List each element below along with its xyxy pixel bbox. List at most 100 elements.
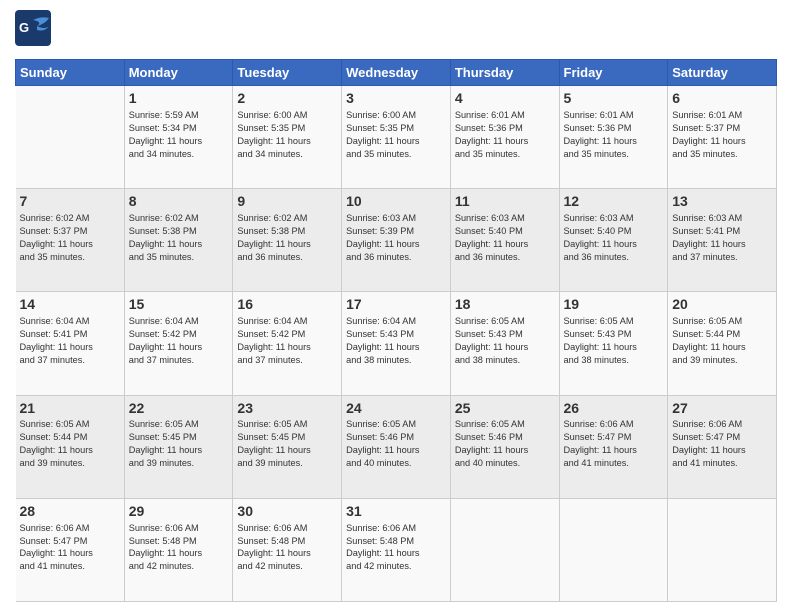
logo: G <box>15 10 53 51</box>
day-cell: 30Sunrise: 6:06 AMSunset: 5:48 PMDayligh… <box>233 498 342 601</box>
day-cell: 4Sunrise: 6:01 AMSunset: 5:36 PMDaylight… <box>450 86 559 189</box>
day-number: 5 <box>564 89 664 108</box>
day-cell: 16Sunrise: 6:04 AMSunset: 5:42 PMDayligh… <box>233 292 342 395</box>
day-cell: 23Sunrise: 6:05 AMSunset: 5:45 PMDayligh… <box>233 395 342 498</box>
day-info: Sunrise: 6:04 AMSunset: 5:42 PMDaylight:… <box>237 315 337 367</box>
day-info: Sunrise: 6:05 AMSunset: 5:46 PMDaylight:… <box>346 418 446 470</box>
day-cell: 31Sunrise: 6:06 AMSunset: 5:48 PMDayligh… <box>342 498 451 601</box>
day-info: Sunrise: 6:04 AMSunset: 5:42 PMDaylight:… <box>129 315 229 367</box>
weekday-monday: Monday <box>124 60 233 86</box>
day-info: Sunrise: 6:03 AMSunset: 5:40 PMDaylight:… <box>564 212 664 264</box>
day-cell <box>668 498 777 601</box>
day-cell: 1Sunrise: 5:59 AMSunset: 5:34 PMDaylight… <box>124 86 233 189</box>
day-info: Sunrise: 6:01 AMSunset: 5:36 PMDaylight:… <box>564 109 664 161</box>
day-number: 24 <box>346 399 446 418</box>
day-number: 16 <box>237 295 337 314</box>
week-row-3: 14Sunrise: 6:04 AMSunset: 5:41 PMDayligh… <box>16 292 777 395</box>
day-cell: 5Sunrise: 6:01 AMSunset: 5:36 PMDaylight… <box>559 86 668 189</box>
day-info: Sunrise: 6:02 AMSunset: 5:37 PMDaylight:… <box>20 212 120 264</box>
day-cell <box>16 86 125 189</box>
day-number: 14 <box>20 295 120 314</box>
day-cell <box>450 498 559 601</box>
day-number: 30 <box>237 502 337 521</box>
day-cell: 11Sunrise: 6:03 AMSunset: 5:40 PMDayligh… <box>450 189 559 292</box>
day-cell: 7Sunrise: 6:02 AMSunset: 5:37 PMDaylight… <box>16 189 125 292</box>
day-number: 6 <box>672 89 772 108</box>
day-cell: 13Sunrise: 6:03 AMSunset: 5:41 PMDayligh… <box>668 189 777 292</box>
day-info: Sunrise: 6:05 AMSunset: 5:46 PMDaylight:… <box>455 418 555 470</box>
day-info: Sunrise: 6:06 AMSunset: 5:48 PMDaylight:… <box>129 522 229 574</box>
day-info: Sunrise: 6:00 AMSunset: 5:35 PMDaylight:… <box>237 109 337 161</box>
day-info: Sunrise: 5:59 AMSunset: 5:34 PMDaylight:… <box>129 109 229 161</box>
day-number: 25 <box>455 399 555 418</box>
day-number: 4 <box>455 89 555 108</box>
day-number: 10 <box>346 192 446 211</box>
weekday-friday: Friday <box>559 60 668 86</box>
day-info: Sunrise: 6:06 AMSunset: 5:48 PMDaylight:… <box>237 522 337 574</box>
day-number: 29 <box>129 502 229 521</box>
day-cell: 12Sunrise: 6:03 AMSunset: 5:40 PMDayligh… <box>559 189 668 292</box>
weekday-saturday: Saturday <box>668 60 777 86</box>
day-info: Sunrise: 6:05 AMSunset: 5:43 PMDaylight:… <box>564 315 664 367</box>
day-info: Sunrise: 6:06 AMSunset: 5:47 PMDaylight:… <box>672 418 772 470</box>
week-row-1: 1Sunrise: 5:59 AMSunset: 5:34 PMDaylight… <box>16 86 777 189</box>
day-number: 2 <box>237 89 337 108</box>
day-cell: 2Sunrise: 6:00 AMSunset: 5:35 PMDaylight… <box>233 86 342 189</box>
day-cell: 26Sunrise: 6:06 AMSunset: 5:47 PMDayligh… <box>559 395 668 498</box>
day-cell: 15Sunrise: 6:04 AMSunset: 5:42 PMDayligh… <box>124 292 233 395</box>
day-cell: 25Sunrise: 6:05 AMSunset: 5:46 PMDayligh… <box>450 395 559 498</box>
day-number: 21 <box>20 399 120 418</box>
day-info: Sunrise: 6:04 AMSunset: 5:41 PMDaylight:… <box>20 315 120 367</box>
day-cell: 8Sunrise: 6:02 AMSunset: 5:38 PMDaylight… <box>124 189 233 292</box>
day-cell: 9Sunrise: 6:02 AMSunset: 5:38 PMDaylight… <box>233 189 342 292</box>
day-number: 13 <box>672 192 772 211</box>
day-cell: 17Sunrise: 6:04 AMSunset: 5:43 PMDayligh… <box>342 292 451 395</box>
day-number: 27 <box>672 399 772 418</box>
day-info: Sunrise: 6:02 AMSunset: 5:38 PMDaylight:… <box>237 212 337 264</box>
header: G <box>15 10 777 51</box>
day-info: Sunrise: 6:02 AMSunset: 5:38 PMDaylight:… <box>129 212 229 264</box>
day-cell: 6Sunrise: 6:01 AMSunset: 5:37 PMDaylight… <box>668 86 777 189</box>
weekday-wednesday: Wednesday <box>342 60 451 86</box>
day-info: Sunrise: 6:00 AMSunset: 5:35 PMDaylight:… <box>346 109 446 161</box>
day-cell: 21Sunrise: 6:05 AMSunset: 5:44 PMDayligh… <box>16 395 125 498</box>
day-cell: 3Sunrise: 6:00 AMSunset: 5:35 PMDaylight… <box>342 86 451 189</box>
day-number: 3 <box>346 89 446 108</box>
day-info: Sunrise: 6:05 AMSunset: 5:44 PMDaylight:… <box>672 315 772 367</box>
weekday-sunday: Sunday <box>16 60 125 86</box>
day-number: 15 <box>129 295 229 314</box>
day-cell: 24Sunrise: 6:05 AMSunset: 5:46 PMDayligh… <box>342 395 451 498</box>
day-cell: 22Sunrise: 6:05 AMSunset: 5:45 PMDayligh… <box>124 395 233 498</box>
day-info: Sunrise: 6:01 AMSunset: 5:37 PMDaylight:… <box>672 109 772 161</box>
day-number: 26 <box>564 399 664 418</box>
week-row-4: 21Sunrise: 6:05 AMSunset: 5:44 PMDayligh… <box>16 395 777 498</box>
day-info: Sunrise: 6:01 AMSunset: 5:36 PMDaylight:… <box>455 109 555 161</box>
day-info: Sunrise: 6:03 AMSunset: 5:40 PMDaylight:… <box>455 212 555 264</box>
calendar-page: G SundayMondayTuesdayWednesdayThursdayFr… <box>0 0 792 612</box>
day-number: 28 <box>20 502 120 521</box>
day-info: Sunrise: 6:05 AMSunset: 5:45 PMDaylight:… <box>237 418 337 470</box>
weekday-tuesday: Tuesday <box>233 60 342 86</box>
day-number: 23 <box>237 399 337 418</box>
day-info: Sunrise: 6:06 AMSunset: 5:48 PMDaylight:… <box>346 522 446 574</box>
day-number: 22 <box>129 399 229 418</box>
day-number: 1 <box>129 89 229 108</box>
day-cell: 28Sunrise: 6:06 AMSunset: 5:47 PMDayligh… <box>16 498 125 601</box>
day-cell: 27Sunrise: 6:06 AMSunset: 5:47 PMDayligh… <box>668 395 777 498</box>
day-cell: 29Sunrise: 6:06 AMSunset: 5:48 PMDayligh… <box>124 498 233 601</box>
day-info: Sunrise: 6:05 AMSunset: 5:43 PMDaylight:… <box>455 315 555 367</box>
day-cell: 18Sunrise: 6:05 AMSunset: 5:43 PMDayligh… <box>450 292 559 395</box>
day-info: Sunrise: 6:03 AMSunset: 5:39 PMDaylight:… <box>346 212 446 264</box>
day-info: Sunrise: 6:05 AMSunset: 5:44 PMDaylight:… <box>20 418 120 470</box>
day-number: 20 <box>672 295 772 314</box>
week-row-5: 28Sunrise: 6:06 AMSunset: 5:47 PMDayligh… <box>16 498 777 601</box>
day-number: 12 <box>564 192 664 211</box>
weekday-header-row: SundayMondayTuesdayWednesdayThursdayFrid… <box>16 60 777 86</box>
day-number: 11 <box>455 192 555 211</box>
day-info: Sunrise: 6:06 AMSunset: 5:47 PMDaylight:… <box>20 522 120 574</box>
calendar-table: SundayMondayTuesdayWednesdayThursdayFrid… <box>15 59 777 602</box>
week-row-2: 7Sunrise: 6:02 AMSunset: 5:37 PMDaylight… <box>16 189 777 292</box>
day-number: 9 <box>237 192 337 211</box>
day-info: Sunrise: 6:04 AMSunset: 5:43 PMDaylight:… <box>346 315 446 367</box>
day-number: 8 <box>129 192 229 211</box>
